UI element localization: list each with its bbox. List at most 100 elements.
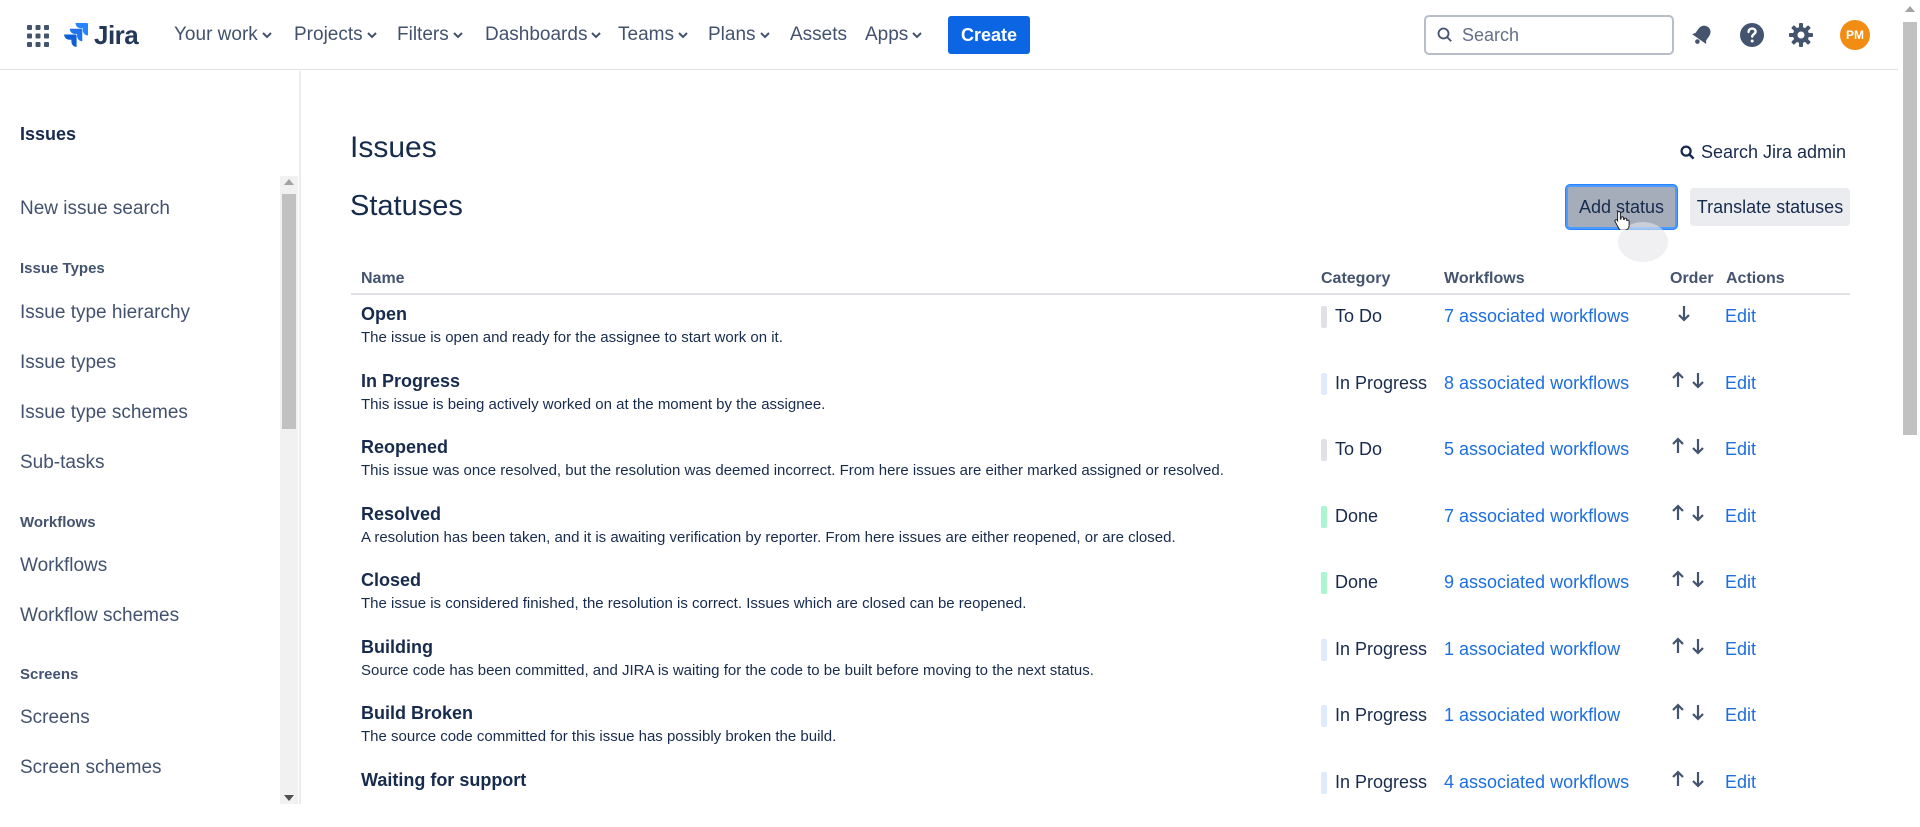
window-scrollbar[interactable] (1900, 0, 1920, 804)
jira-logo-text: Jira (94, 20, 138, 51)
nav-label: Your work (174, 24, 258, 46)
move-up-icon[interactable] (1671, 570, 1685, 588)
scroll-up-icon[interactable] (1905, 6, 1915, 12)
table-row: ReopenedThis issue was once resolved, bu… (351, 428, 1850, 495)
status-description: The issue is open and ready for the assi… (361, 329, 783, 346)
associated-workflows-link[interactable]: 4 associated workflows (1444, 772, 1629, 793)
status-name: Waiting for support (361, 770, 526, 791)
scroll-down-icon[interactable] (284, 795, 294, 801)
edit-status-link[interactable]: Edit (1725, 772, 1756, 793)
status-name: Building (361, 637, 433, 658)
move-up-icon[interactable] (1671, 437, 1685, 455)
sidebar-item-new-issue-search[interactable]: New issue search (20, 198, 170, 220)
sidebar-item-workflow-schemes[interactable]: Workflow schemes (20, 605, 179, 627)
nav-plans[interactable]: Plans (708, 24, 770, 46)
edit-status-link[interactable]: Edit (1725, 572, 1756, 593)
table-row: Building Source code has been committed, … (351, 628, 1850, 695)
search-input[interactable] (1462, 23, 1662, 47)
status-name: Open (361, 304, 407, 325)
nav-filters[interactable]: Filters (397, 24, 463, 46)
nav-assets[interactable]: Assets (790, 24, 847, 46)
category-color-indicator (1321, 705, 1327, 727)
edit-status-link[interactable]: Edit (1725, 639, 1756, 660)
notifications-icon[interactable] (1689, 22, 1715, 48)
order-controls (1677, 304, 1691, 322)
nav-apps[interactable]: Apps (865, 24, 922, 46)
sidebar-scrollbar[interactable] (280, 176, 298, 804)
hand-cursor-icon (1614, 210, 1630, 230)
status-description: A resolution has been taken, and it is a… (361, 529, 1176, 546)
scrollbar-thumb[interactable] (282, 194, 296, 429)
move-down-icon[interactable] (1691, 637, 1705, 655)
associated-workflows-link[interactable]: 9 associated workflows (1444, 572, 1629, 593)
scrollbar-thumb[interactable] (1903, 22, 1917, 435)
associated-workflows-link[interactable]: 1 associated workflow (1444, 705, 1620, 726)
sidebar-item-screen-schemes[interactable]: Screen schemes (20, 757, 162, 779)
move-down-icon[interactable] (1691, 770, 1705, 788)
move-down-icon[interactable] (1691, 371, 1705, 389)
move-down-icon[interactable] (1691, 703, 1705, 721)
column-header-name: Name (361, 270, 405, 288)
table-row: Build BrokenThe source code committed fo… (351, 694, 1850, 761)
move-down-icon[interactable] (1691, 570, 1705, 588)
settings-icon[interactable] (1788, 22, 1814, 48)
edit-status-link[interactable]: Edit (1725, 705, 1756, 726)
move-down-icon[interactable] (1691, 437, 1705, 455)
move-down-icon[interactable] (1677, 304, 1691, 322)
sidebar-item-workflows[interactable]: Workflows (20, 555, 107, 577)
help-icon[interactable] (1739, 22, 1765, 48)
sidebar-item-sub-tasks[interactable]: Sub-tasks (20, 452, 104, 474)
move-down-icon[interactable] (1691, 504, 1705, 522)
nav-teams[interactable]: Teams (618, 24, 688, 46)
sidebar-item-issue-type-hierarchy[interactable]: Issue type hierarchy (20, 302, 190, 324)
scroll-up-icon[interactable] (284, 179, 294, 185)
nav-projects[interactable]: Projects (294, 24, 377, 46)
move-up-icon[interactable] (1671, 371, 1685, 389)
associated-workflows-link[interactable]: 1 associated workflow (1444, 639, 1620, 660)
status-category: In Progress (1335, 772, 1427, 793)
nav-dashboards[interactable]: Dashboards (485, 24, 601, 46)
jira-logo[interactable]: Jira (63, 19, 138, 51)
table-body: Open The issue is open and ready for the … (351, 295, 1850, 827)
sidebar-item-screens[interactable]: Screens (20, 707, 90, 729)
table-row: In Progress This issue is being actively … (351, 362, 1850, 429)
nav-label: Assets (790, 24, 847, 46)
status-description: The issue is considered finished, the re… (361, 595, 1026, 612)
avatar[interactable]: PM (1840, 20, 1870, 50)
move-up-icon[interactable] (1671, 504, 1685, 522)
category-color-indicator (1321, 439, 1327, 461)
category-color-indicator (1321, 373, 1327, 395)
order-controls (1671, 637, 1705, 655)
associated-workflows-link[interactable]: 8 associated workflows (1444, 373, 1629, 394)
sidebar-item-issue-types[interactable]: Issue types (20, 352, 116, 374)
order-controls (1671, 770, 1705, 788)
category-color-indicator (1321, 572, 1327, 594)
global-search[interactable] (1424, 15, 1674, 55)
sidebar-header: Issues (20, 124, 76, 145)
section-title: Statuses (350, 190, 463, 223)
sidebar-section-issue-types: Issue Types (20, 260, 105, 277)
associated-workflows-link[interactable]: 7 associated workflows (1444, 306, 1629, 327)
move-up-icon[interactable] (1671, 770, 1685, 788)
move-up-icon[interactable] (1671, 637, 1685, 655)
create-button[interactable]: Create (948, 16, 1030, 54)
status-category: To Do (1335, 306, 1382, 327)
app-switcher-icon[interactable] (27, 25, 49, 47)
search-jira-admin-link[interactable]: Search Jira admin (1680, 142, 1846, 163)
associated-workflows-link[interactable]: 5 associated workflows (1444, 439, 1629, 460)
edit-status-link[interactable]: Edit (1725, 506, 1756, 527)
translate-statuses-button[interactable]: Translate statuses (1690, 188, 1850, 226)
nav-your-work[interactable]: Your work (174, 24, 272, 46)
edit-status-link[interactable]: Edit (1725, 439, 1756, 460)
sidebar-item-issue-type-schemes[interactable]: Issue type schemes (20, 402, 188, 424)
status-description: This issue is being actively worked on a… (361, 396, 825, 413)
move-up-icon[interactable] (1671, 703, 1685, 721)
chevron-down-icon (912, 32, 922, 39)
nav-label: Projects (294, 24, 363, 46)
status-description: Source code has been committed, and JIRA… (361, 662, 1094, 679)
edit-status-link[interactable]: Edit (1725, 373, 1756, 394)
status-category: In Progress (1335, 373, 1427, 394)
edit-status-link[interactable]: Edit (1725, 306, 1756, 327)
nav-label: Plans (708, 24, 756, 46)
associated-workflows-link[interactable]: 7 associated workflows (1444, 506, 1629, 527)
